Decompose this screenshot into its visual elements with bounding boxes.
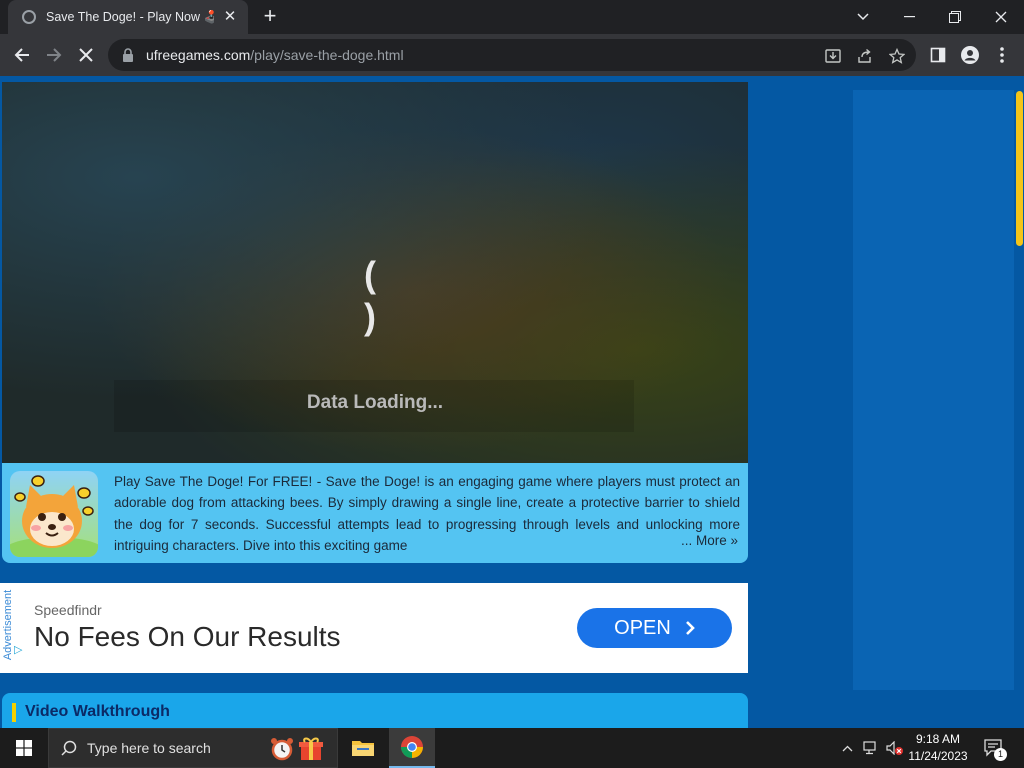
more-link[interactable]: ... More »	[674, 533, 738, 548]
tray-overflow-chevron-icon[interactable]	[838, 728, 856, 768]
side-panel-icon[interactable]	[924, 41, 952, 69]
arrow-left-icon	[14, 48, 29, 62]
scrollbar-thumb[interactable]	[1016, 91, 1023, 246]
restore-button[interactable]	[932, 0, 978, 34]
arrow-right-icon	[47, 48, 62, 62]
kebab-menu-icon[interactable]	[988, 41, 1016, 69]
share-icon[interactable]	[856, 47, 874, 65]
network-icon[interactable]	[860, 728, 882, 768]
back-button[interactable]	[8, 41, 36, 69]
notification-count-badge: 1	[994, 748, 1007, 761]
url-path: /play/save-the-doge.html	[250, 47, 404, 63]
taskbar-file-explorer[interactable]	[340, 728, 386, 768]
tab-title: Save The Doge! - Play Now 🕹️ O	[46, 9, 214, 24]
chrome-icon	[401, 736, 423, 758]
windows-start-button[interactable]	[0, 728, 48, 768]
close-icon	[79, 48, 93, 62]
new-tab-button[interactable]: +	[258, 5, 282, 28]
loading-text: Data Loading...	[306, 392, 444, 413]
tab-search-chevron-icon[interactable]	[840, 0, 886, 34]
video-walkthrough-section: Video Walkthrough	[2, 693, 748, 728]
install-icon[interactable]	[824, 47, 842, 65]
taskbar-chrome[interactable]	[389, 728, 435, 768]
clock-date: 11/24/2023	[908, 749, 968, 763]
minimize-button[interactable]	[886, 0, 932, 34]
game-description-text: Play Save The Doge! For FREE! - Save the…	[114, 474, 740, 554]
loading-favicon-icon	[22, 10, 36, 24]
ad-open-label: OPEN	[614, 616, 671, 639]
taskbar-search-placeholder: Type here to search	[87, 740, 211, 756]
taskbar-clock[interactable]: 9:18 AM 11/24/2023	[900, 731, 976, 765]
browser-tab-strip: Save The Doge! - Play Now 🕹️ O ✕ +	[0, 0, 1024, 34]
ad-open-button[interactable]: OPEN	[577, 608, 732, 648]
gift-icon	[299, 736, 323, 767]
stop-loading-button[interactable]	[72, 41, 100, 69]
adchoices-icon[interactable]: ▷	[14, 643, 22, 656]
taskbar-search-box[interactable]: Type here to search	[48, 728, 338, 768]
browser-tab-active[interactable]: Save The Doge! - Play Now 🕹️ O ✕	[8, 0, 248, 34]
windows-taskbar: Type here to search 9:18 AM 11/24/2023 1	[0, 728, 1024, 768]
sidebar-panel	[853, 90, 1014, 690]
browser-toolbar: ufreegames.com/play/save-the-doge.html	[0, 34, 1024, 76]
game-frame[interactable]: ( ) Data Loading...	[2, 82, 748, 463]
game-description-panel: Play Save The Doge! For FREE! - Save the…	[2, 463, 748, 563]
page-scrollbar[interactable]	[1014, 76, 1024, 728]
advertisement-banner[interactable]: Advertisement ▷ Speedfindr No Fees On Ou…	[0, 583, 748, 673]
close-window-button[interactable]	[978, 0, 1024, 34]
section-title: Video Walkthrough	[25, 703, 170, 720]
section-accent-bar	[12, 703, 16, 722]
url-text: ufreegames.com/play/save-the-doge.html	[146, 47, 404, 63]
loading-spinner-icon: ( )	[364, 254, 390, 337]
star-icon[interactable]	[888, 47, 906, 65]
alarm-clock-icon	[269, 736, 295, 767]
search-icon	[61, 740, 77, 756]
ad-source: Speedfindr	[34, 602, 102, 618]
chevron-right-icon	[685, 621, 695, 635]
ad-headline[interactable]: No Fees On Our Results	[34, 621, 341, 653]
profile-icon[interactable]	[956, 41, 984, 69]
game-thumbnail[interactable]	[10, 471, 98, 557]
tab-close-icon[interactable]: ✕	[222, 9, 238, 25]
ad-side-label: Advertisement	[2, 589, 14, 661]
clock-time: 9:18 AM	[915, 732, 961, 746]
folder-icon	[352, 741, 374, 756]
url-host: ufreegames.com	[146, 47, 251, 63]
forward-button[interactable]	[40, 41, 68, 69]
ad-side-strip: Advertisement	[0, 583, 14, 673]
windows-logo-icon	[16, 740, 32, 756]
address-bar[interactable]: ufreegames.com/play/save-the-doge.html	[108, 39, 916, 71]
lock-icon	[122, 48, 134, 62]
page-viewport: ( ) Data Loading... Play Save The Doge! …	[0, 76, 1024, 728]
action-center-button[interactable]: 1	[980, 728, 1008, 768]
